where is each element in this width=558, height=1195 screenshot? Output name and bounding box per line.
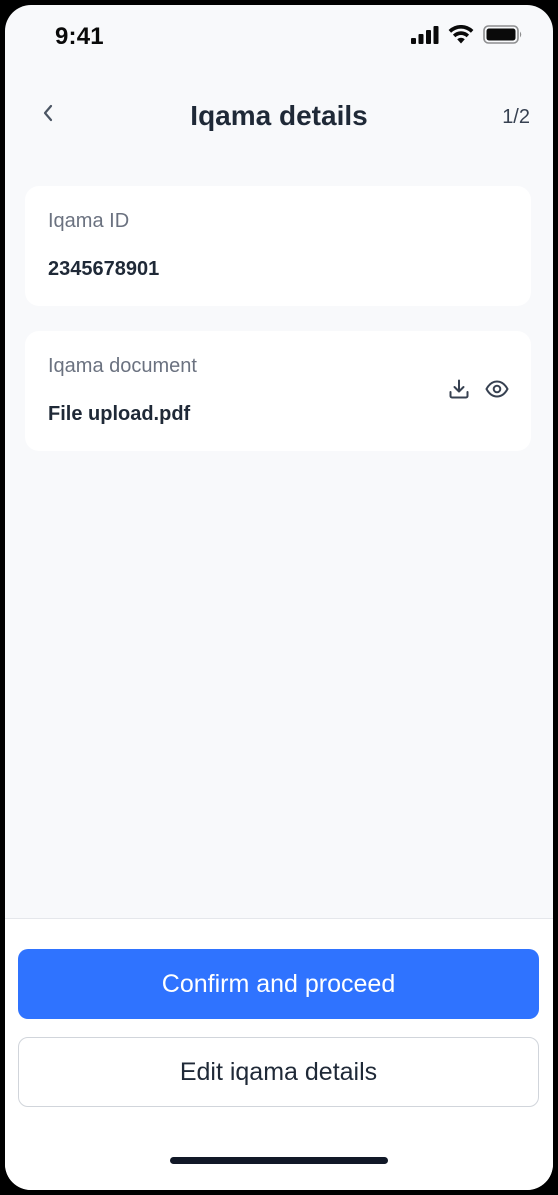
iqama-id-card: Iqama ID 2345678901 — [25, 186, 531, 306]
status-time: 9:41 — [55, 23, 104, 50]
iqama-id-value: 2345678901 — [48, 258, 160, 280]
view-button[interactable] — [485, 379, 509, 403]
edit-iqama-details-button[interactable]: Edit iqama details — [18, 1037, 539, 1107]
status-bar: 9:41 — [5, 5, 553, 67]
iqama-document-filename: File upload.pdf — [48, 403, 191, 425]
download-icon — [448, 378, 470, 405]
iqama-id-label: Iqama ID — [48, 210, 130, 232]
home-indicator[interactable] — [170, 1157, 388, 1164]
battery-icon — [483, 25, 523, 44]
step-counter: 1/2 — [502, 106, 530, 128]
status-icons — [411, 25, 523, 44]
cellular-signal-icon — [411, 25, 439, 44]
eye-icon — [485, 380, 509, 403]
document-actions — [447, 379, 509, 403]
top-app-bar: Iqama details 1/2 — [5, 90, 553, 140]
iqama-document-card: Iqama document File upload.pdf — [25, 331, 531, 451]
page-title: Iqama details — [190, 100, 368, 131]
wifi-icon — [448, 25, 474, 44]
iqama-document-label: Iqama document — [48, 355, 197, 377]
download-button[interactable] — [447, 379, 471, 403]
confirm-and-proceed-button[interactable]: Confirm and proceed — [18, 949, 539, 1019]
app-screen: 9:41 Iqama details 1/2 Iqama ID 23456789… — [5, 5, 553, 1190]
bottom-action-panel: Confirm and proceed Edit iqama details — [5, 918, 553, 1190]
